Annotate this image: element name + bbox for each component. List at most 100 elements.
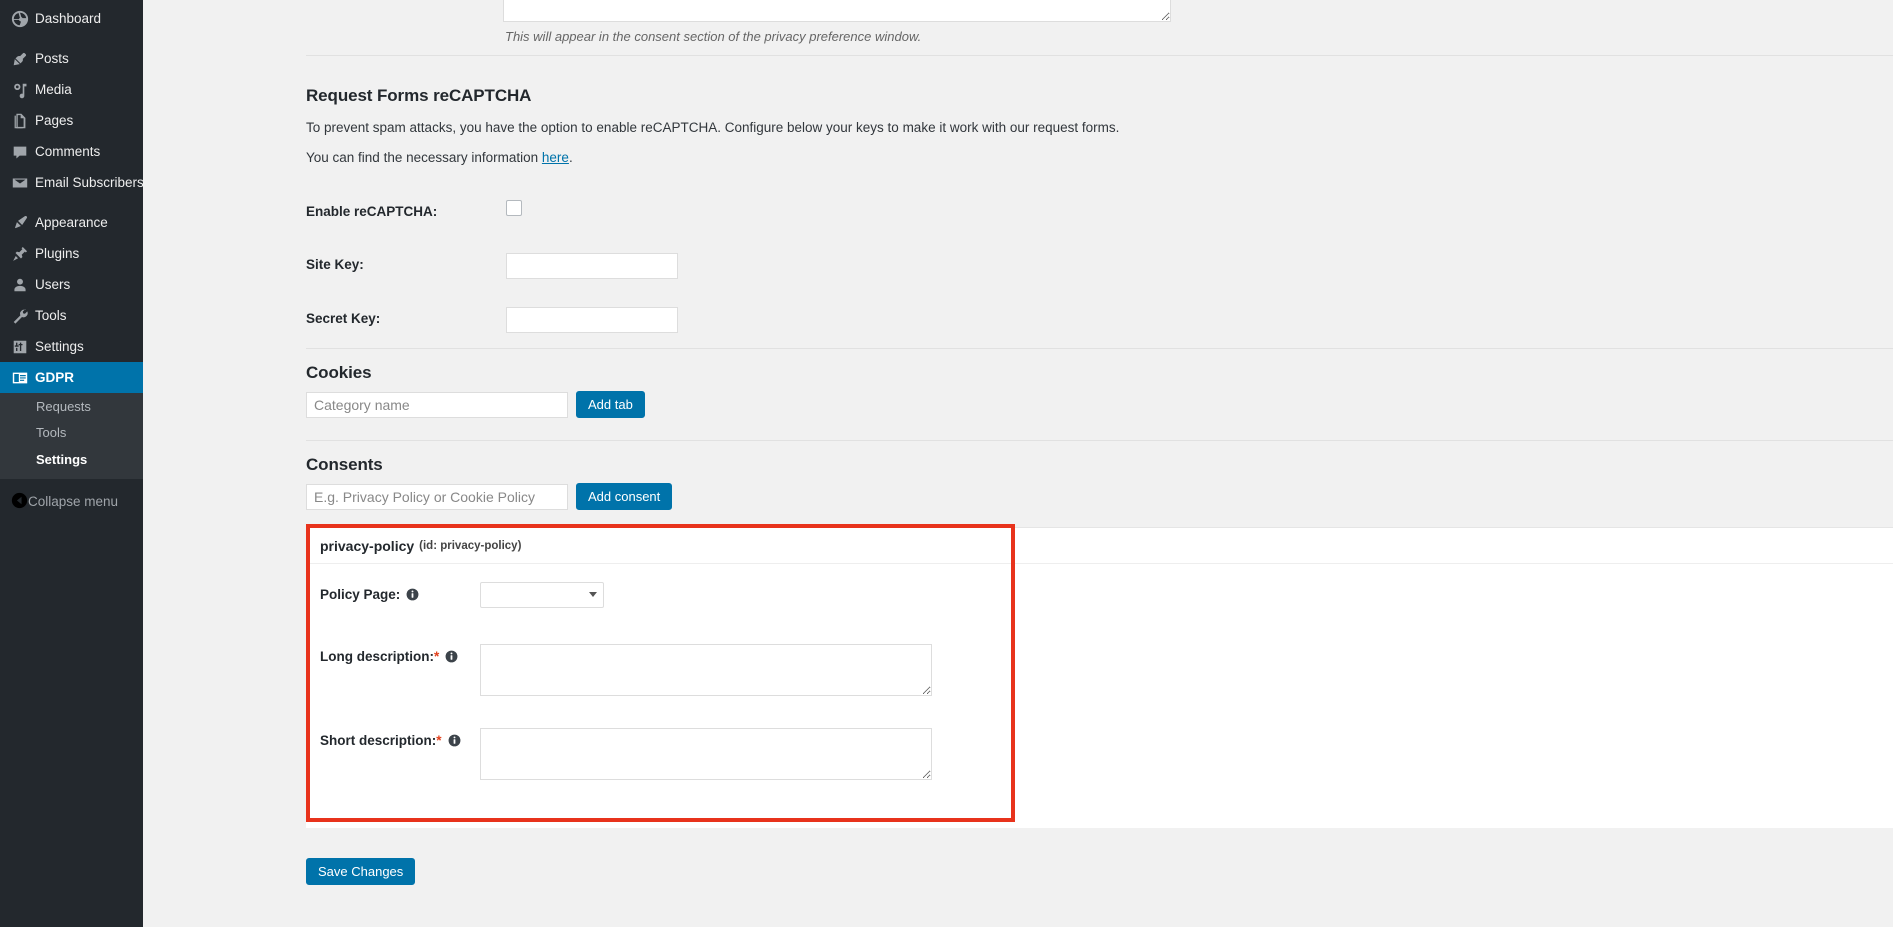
- plug-icon: [11, 244, 35, 264]
- sidebar-item-dashboard[interactable]: Dashboard: [0, 3, 143, 34]
- sidebar-item-label: Media: [35, 81, 72, 97]
- recaptcha-info-line: You can find the necessary information h…: [306, 150, 573, 165]
- section-divider-top: [306, 55, 1893, 56]
- long-description-textarea[interactable]: [480, 644, 932, 696]
- sidebar-divider: [0, 198, 143, 207]
- recaptcha-info-prefix: You can find the necessary information: [306, 150, 542, 165]
- sidebar-item-tools[interactable]: Tools: [0, 300, 143, 331]
- policy-page-label: Policy Page:: [320, 587, 401, 602]
- submenu-item-label: Tools: [36, 425, 67, 441]
- long-description-row: Long description:*: [320, 644, 1893, 696]
- sidebar-item-gdpr-settings[interactable]: Settings: [0, 447, 143, 473]
- sidebar-item-appearance[interactable]: Appearance: [0, 207, 143, 238]
- sidebar-item-label: Email Subscribers: [35, 174, 144, 190]
- sidebar-item-pages[interactable]: Pages: [0, 105, 143, 136]
- short-description-row: Short description:*: [320, 728, 1893, 780]
- secret-key-row: Secret Key:: [306, 307, 678, 333]
- sidebar-item-settings[interactable]: Settings: [0, 331, 143, 362]
- info-icon[interactable]: [445, 650, 458, 663]
- cookie-category-input[interactable]: [306, 391, 568, 418]
- long-description-label-wrap: Long description:*: [320, 644, 480, 664]
- sidebar-item-label: Appearance: [35, 214, 108, 230]
- admin-sidebar: Dashboard Posts Media Pages Comments Ema…: [0, 0, 144, 927]
- consents-add-row: Add consent: [306, 483, 673, 510]
- add-consent-button[interactable]: Add consent: [576, 483, 673, 510]
- info-icon[interactable]: [406, 588, 419, 601]
- required-asterisk: *: [436, 733, 442, 748]
- sidebar-item-media[interactable]: Media: [0, 74, 143, 105]
- short-description-label-wrap: Short description:*: [320, 728, 480, 748]
- sidebar-item-gdpr[interactable]: GDPR: [0, 362, 143, 393]
- save-changes-button[interactable]: Save Changes: [306, 858, 416, 885]
- required-asterisk: *: [434, 649, 440, 664]
- sidebar-item-comments[interactable]: Comments: [0, 136, 143, 167]
- collapse-menu-button[interactable]: Collapse menu: [0, 487, 143, 517]
- enable-recaptcha-checkbox[interactable]: [506, 200, 522, 216]
- save-button-wrap: Save Changes: [306, 858, 416, 885]
- page-icon: [11, 111, 35, 131]
- enable-recaptcha-label: Enable reCAPTCHA:: [306, 204, 438, 219]
- recaptcha-heading: Request Forms reCAPTCHA: [306, 86, 532, 105]
- consent-panel-title: privacy-policy: [320, 537, 415, 554]
- gdpr-submenu: Requests Tools Settings: [0, 393, 143, 479]
- recaptcha-info-suffix: .: [568, 150, 573, 165]
- consents-heading: Consents: [306, 455, 383, 474]
- sidebar-item-label: Tools: [35, 307, 67, 323]
- collapse-menu-label: Collapse menu: [28, 494, 119, 510]
- policy-page-select[interactable]: [480, 582, 604, 608]
- enable-recaptcha-row: Enable reCAPTCHA:: [306, 200, 522, 219]
- sidebar-item-label: Users: [35, 276, 71, 292]
- secret-key-label: Secret Key:: [306, 311, 381, 326]
- info-icon[interactable]: [448, 734, 461, 747]
- comment-icon: [11, 142, 35, 162]
- cookies-add-row: Add tab: [306, 391, 645, 418]
- consent-name-input[interactable]: [306, 483, 568, 510]
- sidebar-item-label: Settings: [35, 338, 84, 354]
- sidebar-item-users[interactable]: Users: [0, 269, 143, 300]
- section-divider-cookies: [306, 348, 1893, 349]
- consent-message-field-wrap: [503, 0, 1171, 27]
- cookies-heading: Cookies: [306, 363, 372, 382]
- sidebar-item-plugins[interactable]: Plugins: [0, 238, 143, 269]
- recaptcha-info-link[interactable]: here: [542, 150, 569, 165]
- media-icon: [11, 80, 35, 100]
- dashboard-icon: [11, 9, 35, 29]
- sidebar-item-gdpr-requests[interactable]: Requests: [0, 394, 143, 420]
- site-key-row: Site Key:: [306, 253, 678, 279]
- consent-panel-body: Policy Page: Long description:* Short de…: [306, 564, 1893, 828]
- consent-panel-id: (id: privacy-policy): [419, 539, 522, 552]
- add-tab-button[interactable]: Add tab: [576, 391, 645, 418]
- consent-panel-privacy-policy: privacy-policy (id: privacy-policy) Poli…: [306, 527, 1893, 828]
- id-card-icon: [11, 368, 35, 388]
- consent-message-textarea[interactable]: [503, 0, 1171, 22]
- submenu-item-label: Requests: [36, 399, 91, 414]
- admin-content: This will appear in the consent section …: [143, 0, 1893, 927]
- section-divider-consents: [306, 440, 1893, 441]
- sliders-icon: [11, 337, 35, 357]
- sidebar-item-email-subscribers[interactable]: Email Subscribers: [0, 167, 144, 198]
- short-description-textarea[interactable]: [480, 728, 932, 780]
- sidebar-item-label: Comments: [35, 143, 101, 159]
- sidebar-item-label: Plugins: [35, 245, 80, 261]
- policy-page-select-wrap: [480, 582, 604, 608]
- sidebar-item-label: Dashboard: [35, 10, 102, 26]
- policy-page-row: Policy Page:: [320, 582, 1893, 608]
- wrench-icon: [11, 306, 35, 326]
- secret-key-input[interactable]: [506, 307, 678, 333]
- policy-page-label-wrap: Policy Page:: [320, 582, 480, 602]
- consent-message-help-text: This will appear in the consent section …: [505, 29, 922, 44]
- brush-icon: [11, 213, 35, 233]
- sidebar-item-posts[interactable]: Posts: [0, 43, 143, 74]
- sidebar-item-gdpr-tools[interactable]: Tools: [0, 420, 143, 446]
- site-key-label: Site Key:: [306, 257, 364, 272]
- sidebar-item-label: Posts: [35, 50, 69, 66]
- sidebar-divider: [0, 34, 143, 43]
- site-key-input[interactable]: [506, 253, 678, 279]
- consent-panel-header[interactable]: privacy-policy (id: privacy-policy): [306, 528, 1893, 564]
- user-icon: [11, 275, 35, 295]
- short-description-label: Short description:*: [320, 733, 442, 748]
- pin-icon: [11, 49, 35, 69]
- envelope-icon: [11, 173, 35, 193]
- sidebar-item-label: Pages: [35, 112, 74, 128]
- admin-page: Dashboard Posts Media Pages Comments Ema…: [0, 0, 1893, 927]
